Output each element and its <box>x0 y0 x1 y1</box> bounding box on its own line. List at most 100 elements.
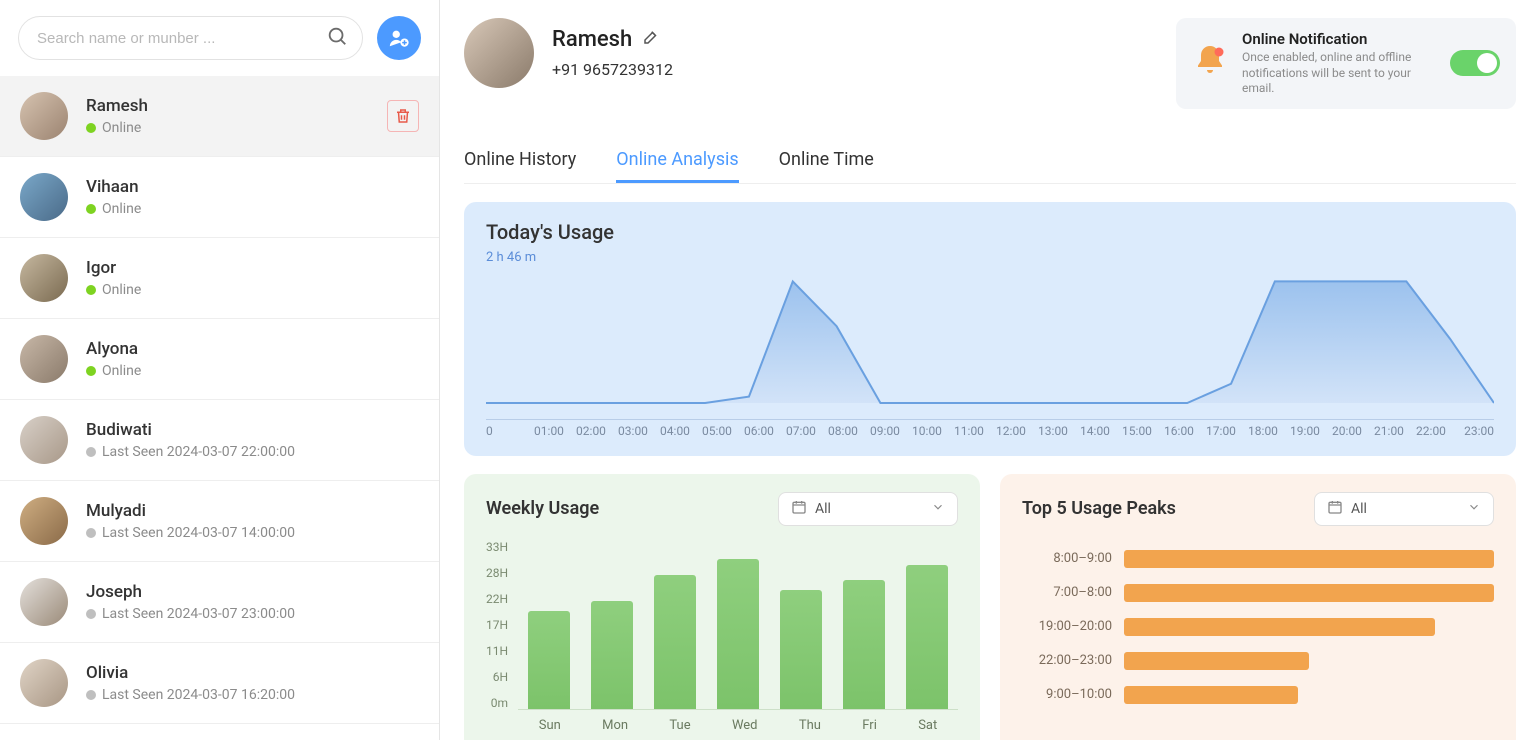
avatar <box>20 416 68 464</box>
peak-row: 8:00–9:00 <box>1022 550 1494 568</box>
chevron-down-icon <box>1467 500 1481 518</box>
tick-label: 11:00 <box>948 424 990 438</box>
notification-card: Online Notification Once enabled, online… <box>1176 18 1516 109</box>
weekly-chart: 33H28H22H17H11H6H0m SunMonTueWedThuFriSa… <box>486 540 958 733</box>
tick-label: 19:00 <box>1284 424 1326 438</box>
today-x-axis: 001:0002:0003:0004:0005:0006:0007:0008:0… <box>486 419 1494 438</box>
tick-label: 33H <box>486 540 508 554</box>
tick-label: 16:00 <box>1158 424 1200 438</box>
peak-bar <box>1124 652 1309 670</box>
bar <box>843 580 885 709</box>
avatar <box>20 335 68 383</box>
profile-left: Ramesh +91 9657239312 <box>464 18 673 88</box>
status-text: Online <box>102 363 141 379</box>
tick-label: 01:00 <box>528 424 570 438</box>
weekly-select[interactable]: All <box>778 492 958 526</box>
profile-name: Ramesh <box>552 27 632 52</box>
today-usage-card: Today's Usage 2 h 46 m 001:0002:0003:000… <box>464 202 1516 456</box>
tick-label: 22H <box>486 592 508 606</box>
search-box[interactable] <box>18 16 363 60</box>
add-contact-button[interactable] <box>377 16 421 60</box>
peak-bar-wrap <box>1124 618 1494 636</box>
peaks-select[interactable]: All <box>1314 492 1494 526</box>
peak-bar <box>1124 686 1298 704</box>
peak-row: 22:00–23:00 <box>1022 652 1494 670</box>
contact-name: Joseph <box>86 582 419 602</box>
tick-label: Mon <box>602 718 628 733</box>
tick-label: 12:00 <box>990 424 1032 438</box>
contact-status: Last Seen 2024-03-07 23:00:00 <box>86 606 419 622</box>
contact-status: Online <box>86 120 387 136</box>
calendar-icon <box>1327 499 1343 519</box>
weekly-usage-card: Weekly Usage All 33H28H22H17H11H6H0m Sun… <box>464 474 980 740</box>
chevron-down-icon <box>931 500 945 518</box>
tick-label: 08:00 <box>822 424 864 438</box>
peak-label: 7:00–8:00 <box>1022 585 1112 600</box>
tab[interactable]: Online History <box>464 139 576 183</box>
bar <box>591 601 633 709</box>
profile-avatar <box>464 18 534 88</box>
tab[interactable]: Online Analysis <box>616 139 738 183</box>
tick-label: 02:00 <box>570 424 612 438</box>
sidebar: Ramesh Online Vihaan Online Igor Online <box>0 0 440 740</box>
status-text: Online <box>102 201 141 217</box>
contacts-list[interactable]: Ramesh Online Vihaan Online Igor Online <box>0 76 439 740</box>
profile-phone: +91 9657239312 <box>552 60 673 79</box>
peak-bar-wrap <box>1124 550 1494 568</box>
contact-row[interactable]: Budiwati Last Seen 2024-03-07 22:00:00 <box>0 400 439 481</box>
tick-label: 23:00 <box>1452 424 1494 438</box>
bottom-row: Weekly Usage All 33H28H22H17H11H6H0m Sun… <box>464 474 1516 740</box>
contact-body: Mulyadi Last Seen 2024-03-07 14:00:00 <box>86 501 419 541</box>
peak-label: 8:00–9:00 <box>1022 551 1112 566</box>
contact-row[interactable]: Vihaan Online <box>0 157 439 238</box>
tick-label: 03:00 <box>612 424 654 438</box>
calendar-icon <box>791 499 807 519</box>
contact-row[interactable]: Igor Online <box>0 238 439 319</box>
weekly-bars <box>518 540 958 710</box>
tick-label: 21:00 <box>1368 424 1410 438</box>
tick-label: 06:00 <box>738 424 780 438</box>
avatar <box>20 254 68 302</box>
weekly-select-label: All <box>815 501 923 517</box>
contact-body: Olivia Last Seen 2024-03-07 16:20:00 <box>86 663 419 703</box>
tabs: Online History Online Analysis Online Time <box>464 139 1516 184</box>
delete-button[interactable] <box>387 100 419 132</box>
weekly-title: Weekly Usage <box>486 498 599 519</box>
peak-row: 7:00–8:00 <box>1022 584 1494 602</box>
tick-label: 11H <box>486 644 508 658</box>
contact-name: Mulyadi <box>86 501 419 521</box>
edit-icon[interactable] <box>642 27 660 52</box>
tick-label: 18:00 <box>1242 424 1284 438</box>
tick-label: 13:00 <box>1032 424 1074 438</box>
today-title: Today's Usage <box>486 220 1494 244</box>
tick-label: 20:00 <box>1326 424 1368 438</box>
notification-title: Online Notification <box>1242 30 1436 48</box>
search-input[interactable] <box>37 30 326 47</box>
status-dot-icon <box>86 123 96 133</box>
peak-label: 22:00–23:00 <box>1022 653 1112 668</box>
contact-row[interactable]: Mulyadi Last Seen 2024-03-07 14:00:00 <box>0 481 439 562</box>
notification-toggle[interactable] <box>1450 50 1500 76</box>
top-peaks-card: Top 5 Usage Peaks All 8:00–9:00 7:00–8:0… <box>1000 474 1516 740</box>
contact-row[interactable]: Ramesh Online <box>0 76 439 157</box>
contact-row[interactable]: Joseph Last Seen 2024-03-07 23:00:00 <box>0 562 439 643</box>
avatar <box>20 92 68 140</box>
weekly-x-axis: SunMonTueWedThuFriSat <box>518 718 958 733</box>
tab[interactable]: Online Time <box>779 139 874 183</box>
peak-bar <box>1124 618 1435 636</box>
tick-label: Fri <box>862 718 877 733</box>
status-text: Last Seen 2024-03-07 14:00:00 <box>102 525 295 541</box>
contact-name: Alyona <box>86 339 419 359</box>
tick-label: 15:00 <box>1116 424 1158 438</box>
contact-row[interactable]: Alyona Online <box>0 319 439 400</box>
today-chart <box>486 269 1494 413</box>
contact-body: Alyona Online <box>86 339 419 379</box>
contact-body: Budiwati Last Seen 2024-03-07 22:00:00 <box>86 420 419 460</box>
status-text: Last Seen 2024-03-07 23:00:00 <box>102 606 295 622</box>
tick-label: 17H <box>486 618 508 632</box>
contact-body: Igor Online <box>86 258 419 298</box>
peak-label: 19:00–20:00 <box>1022 619 1112 634</box>
contact-row[interactable]: Olivia Last Seen 2024-03-07 16:20:00 <box>0 643 439 724</box>
contact-status: Last Seen 2024-03-07 22:00:00 <box>86 444 419 460</box>
peak-label: 9:00–10:00 <box>1022 687 1112 702</box>
